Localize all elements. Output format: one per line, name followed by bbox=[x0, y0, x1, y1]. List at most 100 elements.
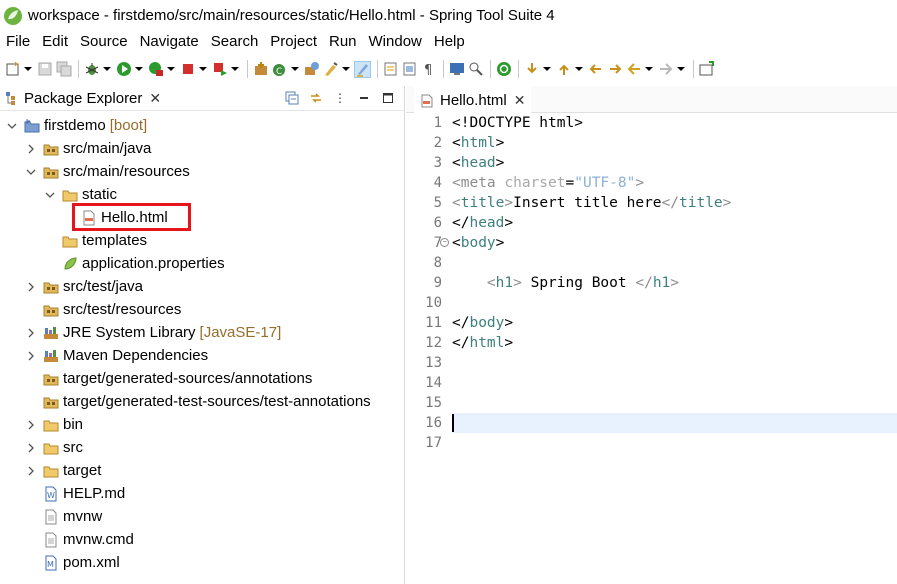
save-icon[interactable] bbox=[36, 61, 53, 78]
open-type-icon[interactable] bbox=[303, 61, 320, 78]
editor-tab-hello-html[interactable]: Hello.html ✕ bbox=[414, 86, 532, 113]
tree-item[interactable]: target/generated-sources/annotations bbox=[25, 367, 312, 390]
chevron-down-icon[interactable] bbox=[25, 166, 37, 178]
debug-dropdown-arrow-icon[interactable] bbox=[102, 61, 111, 78]
code-line[interactable]: <body> bbox=[452, 233, 897, 253]
code-line[interactable] bbox=[452, 353, 897, 373]
tree-item[interactable]: target/generated-test-sources/test-annot… bbox=[25, 390, 371, 413]
code-line[interactable] bbox=[452, 373, 897, 393]
menu-edit[interactable]: Edit bbox=[36, 31, 74, 53]
new-icon[interactable] bbox=[4, 61, 21, 78]
tree-item[interactable]: mvnw.cmd bbox=[25, 528, 134, 551]
terminal-icon[interactable] bbox=[448, 61, 465, 78]
toggle-mark-occurrences-icon[interactable] bbox=[382, 61, 399, 78]
forward-edit-icon[interactable] bbox=[606, 61, 623, 78]
back-dropdown-arrow-icon[interactable] bbox=[644, 61, 653, 78]
view-menu-icon[interactable]: ⋮ bbox=[332, 90, 348, 106]
link-with-editor-icon[interactable] bbox=[308, 90, 324, 106]
previous-annotation-dropdown-arrow-icon[interactable] bbox=[574, 61, 583, 78]
toggle-block-selection-icon[interactable] bbox=[401, 61, 418, 78]
tree-item[interactable]: firstdemo [boot] bbox=[6, 114, 147, 137]
run-icon[interactable] bbox=[115, 61, 132, 78]
tree-item[interactable]: src/main/resources bbox=[25, 160, 190, 183]
close-icon[interactable]: ✕ bbox=[149, 90, 161, 107]
brush-dropdown-arrow-icon[interactable] bbox=[341, 61, 350, 78]
chevron-right-icon[interactable] bbox=[25, 327, 37, 339]
close-icon[interactable]: ✕ bbox=[514, 92, 526, 109]
code-line[interactable] bbox=[452, 413, 897, 433]
last-edit-location-icon[interactable] bbox=[587, 61, 604, 78]
search-bug-icon[interactable] bbox=[467, 61, 484, 78]
tree-item[interactable]: bin bbox=[25, 413, 83, 436]
show-whitespace-icon[interactable]: ¶ bbox=[420, 61, 437, 78]
menu-run[interactable]: Run bbox=[323, 31, 363, 53]
code-line[interactable]: <head> bbox=[452, 153, 897, 173]
menu-window[interactable]: Window bbox=[363, 31, 428, 53]
tree-item[interactable]: src bbox=[25, 436, 83, 459]
code-line[interactable]: <!DOCTYPE html> bbox=[452, 113, 897, 133]
tree-item[interactable]: mvnw bbox=[25, 505, 102, 528]
code-line[interactable]: <h1> Spring Boot </h1> bbox=[452, 273, 897, 293]
chevron-down-icon[interactable] bbox=[44, 189, 56, 201]
code-line[interactable] bbox=[452, 393, 897, 413]
coverage-dropdown-arrow-icon[interactable] bbox=[166, 61, 175, 78]
new-package-icon[interactable] bbox=[252, 61, 269, 78]
fold-toggle-icon[interactable]: − bbox=[440, 238, 449, 247]
code-line[interactable]: <meta charset="UTF-8"> bbox=[452, 173, 897, 193]
new-class-icon[interactable]: C bbox=[271, 61, 288, 78]
code-line[interactable]: </html> bbox=[452, 333, 897, 353]
chevron-down-icon[interactable] bbox=[6, 120, 18, 132]
code-line[interactable] bbox=[452, 293, 897, 313]
maximize-icon[interactable] bbox=[380, 90, 396, 106]
stop-dropdown-arrow-icon[interactable] bbox=[198, 61, 207, 78]
menu-navigate[interactable]: Navigate bbox=[134, 31, 205, 53]
save-all-icon[interactable] bbox=[55, 61, 72, 78]
tree-item[interactable]: Mpom.xml bbox=[25, 551, 120, 574]
tree-item[interactable]: Maven Dependencies bbox=[25, 344, 208, 367]
chevron-right-icon[interactable] bbox=[25, 442, 37, 454]
menu-source[interactable]: Source bbox=[74, 31, 134, 53]
code-editor[interactable]: 1 2 3 4 5 6 7−8 9 10 11 12 13 14 15 16 17 <!DOCTYPE htm… bbox=[406, 113, 897, 584]
debug-icon[interactable] bbox=[83, 61, 100, 78]
tree-item[interactable]: templates bbox=[44, 229, 147, 252]
forward-icon[interactable] bbox=[657, 61, 674, 78]
tree-item[interactable]: target bbox=[25, 459, 101, 482]
chevron-right-icon[interactable] bbox=[25, 143, 37, 155]
new-dropdown-arrow-icon[interactable] bbox=[23, 61, 32, 78]
code-line[interactable] bbox=[452, 433, 897, 453]
code-line[interactable] bbox=[452, 253, 897, 273]
code-line[interactable]: </head> bbox=[452, 213, 897, 233]
menu-file[interactable]: File bbox=[0, 31, 36, 53]
tree-item[interactable]: W HELP.md bbox=[25, 482, 125, 505]
package-explorer-tab[interactable]: Package Explorer ✕ bbox=[0, 86, 161, 111]
next-annotation-dropdown-arrow-icon[interactable] bbox=[542, 61, 551, 78]
code-line[interactable]: <html> bbox=[452, 133, 897, 153]
relaunch-icon[interactable] bbox=[211, 61, 228, 78]
spring-boot-dashboard-icon[interactable] bbox=[495, 61, 512, 78]
code-line[interactable]: <title>Insert title here</title> bbox=[452, 193, 897, 213]
code-line[interactable]: </body> bbox=[452, 313, 897, 333]
tree-item[interactable]: src/main/java bbox=[25, 137, 151, 160]
open-perspective-icon[interactable] bbox=[698, 61, 715, 78]
collapse-all-icon[interactable] bbox=[284, 90, 300, 106]
relaunch-dropdown-arrow-icon[interactable] bbox=[230, 61, 239, 78]
minimize-icon[interactable] bbox=[356, 90, 372, 106]
chevron-right-icon[interactable] bbox=[25, 465, 37, 477]
menu-search[interactable]: Search bbox=[205, 31, 265, 53]
tree-item[interactable]: src/test/java bbox=[25, 275, 143, 298]
new-class-dropdown-arrow-icon[interactable] bbox=[290, 61, 299, 78]
brush-tool-icon[interactable] bbox=[322, 61, 339, 78]
tree-item[interactable]: application.properties bbox=[44, 252, 225, 275]
tree-item[interactable]: JRE System Library [JavaSE-17] bbox=[25, 321, 281, 344]
next-annotation-icon[interactable] bbox=[523, 61, 540, 78]
chevron-right-icon[interactable] bbox=[25, 281, 37, 293]
back-icon[interactable] bbox=[625, 61, 642, 78]
stop-icon[interactable] bbox=[179, 61, 196, 78]
menu-help[interactable]: Help bbox=[428, 31, 471, 53]
coverage-icon[interactable] bbox=[147, 61, 164, 78]
highlight-tool-icon[interactable] bbox=[354, 60, 371, 78]
tree-item[interactable]: src/test/resources bbox=[25, 298, 181, 321]
previous-annotation-icon[interactable] bbox=[555, 61, 572, 78]
menu-project[interactable]: Project bbox=[264, 31, 323, 53]
chevron-right-icon[interactable] bbox=[25, 419, 37, 431]
